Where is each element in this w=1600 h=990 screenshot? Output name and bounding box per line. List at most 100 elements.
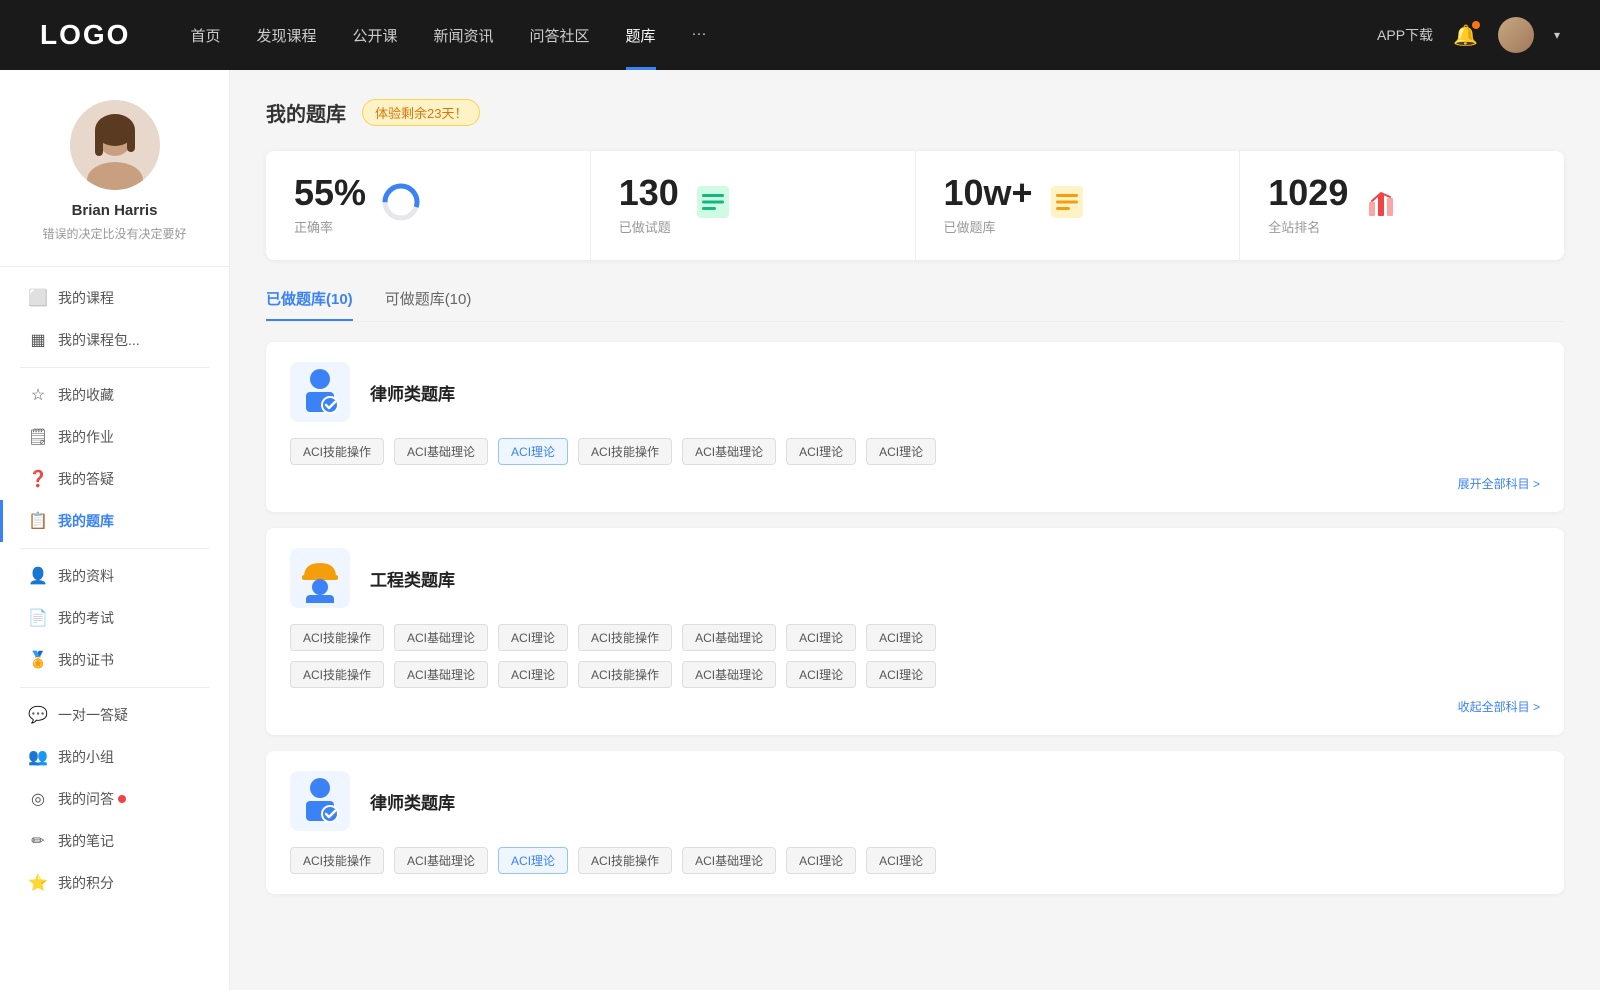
sidebar-item-course-pack[interactable]: ▦ 我的课程包... <box>0 319 229 361</box>
tag-item[interactable]: ACI理论 <box>786 624 856 651</box>
tag-item[interactable]: ACI理论 <box>866 624 936 651</box>
sidebar-item-qbank[interactable]: 📋 我的题库 <box>0 500 229 542</box>
nav-news[interactable]: 新闻资讯 <box>434 25 494 46</box>
sidebar-item-label: 我的积分 <box>58 873 114 893</box>
tag-item[interactable]: ACI技能操作 <box>578 624 672 651</box>
stat-accuracy: 55% 正确率 <box>266 151 591 260</box>
tag-item[interactable]: ACI理论 <box>866 661 936 688</box>
divider <box>20 687 209 688</box>
sidebar-item-cert[interactable]: 🏅 我的证书 <box>0 639 229 681</box>
tag-item[interactable]: ACI基础理论 <box>394 847 488 874</box>
app-download-button[interactable]: APP下载 <box>1377 25 1433 45</box>
tab-available-banks[interactable]: 可做题库(10) <box>385 288 472 321</box>
sidebar: Brian Harris 错误的决定比没有决定要好 ⬜ 我的课程 ▦ 我的课程包… <box>0 70 230 990</box>
sidebar-item-label: 我的问答 <box>58 789 114 809</box>
sidebar-item-points[interactable]: ⭐ 我的积分 <box>0 862 229 904</box>
tag-item[interactable]: ACI基础理论 <box>682 624 776 651</box>
sidebar-item-label: 我的考试 <box>58 608 114 628</box>
tag-item[interactable]: ACI技能操作 <box>290 438 384 465</box>
sidebar-item-label: 我的笔记 <box>58 831 114 851</box>
navbar: LOGO 首页 发现课程 公开课 新闻资讯 问答社区 题库 ··· APP下载 … <box>0 0 1600 70</box>
qbank-tags-lawyer-1: ACI技能操作 ACI基础理论 ACI理论 ACI技能操作 ACI基础理论 AC… <box>290 438 1540 465</box>
qbank-tags-engineer-row1: ACI技能操作 ACI基础理论 ACI理论 ACI技能操作 ACI基础理论 AC… <box>290 624 1540 651</box>
nav-qa[interactable]: 问答社区 <box>530 25 590 46</box>
notification-bell-icon[interactable]: 🔔 <box>1453 23 1478 48</box>
tag-item[interactable]: ACI基础理论 <box>394 438 488 465</box>
tag-item[interactable]: ACI技能操作 <box>290 661 384 688</box>
qbank-title-lawyer-2: 律师类题库 <box>370 789 455 814</box>
qbank-card-lawyer-2: 律师类题库 ACI技能操作 ACI基础理论 ACI理论 ACI技能操作 ACI基… <box>266 751 1564 894</box>
exam-icon: 📄 <box>28 608 48 628</box>
sidebar-profile: Brian Harris 错误的决定比没有决定要好 <box>0 100 229 267</box>
divider <box>20 548 209 549</box>
sidebar-item-qa[interactable]: ❓ 我的答疑 <box>0 458 229 500</box>
logo[interactable]: LOGO <box>40 19 130 51</box>
tag-item[interactable]: ACI基础理论 <box>682 847 776 874</box>
tag-item[interactable]: ACI基础理论 <box>394 624 488 651</box>
lawyer-svg-2 <box>298 776 342 826</box>
tag-item-active[interactable]: ACI理论 <box>498 847 568 874</box>
stat-banks-text: 10w+ 已做题库 <box>944 175 1033 236</box>
stat-rank: 1029 全站排名 <box>1240 151 1564 260</box>
tag-item[interactable]: ACI基础理论 <box>682 438 776 465</box>
bar-chart-red-icon <box>1364 184 1400 227</box>
nav-links: 首页 发现课程 公开课 新闻资讯 问答社区 题库 ··· <box>190 25 1377 46</box>
sidebar-avatar <box>70 100 160 190</box>
trial-badge: 体验剩余23天！ <box>362 99 480 126</box>
tag-item[interactable]: ACI技能操作 <box>578 847 672 874</box>
tag-item[interactable]: ACI理论 <box>498 624 568 651</box>
tag-item[interactable]: ACI理论 <box>498 661 568 688</box>
sidebar-item-notes[interactable]: ✏ 我的笔记 <box>0 820 229 862</box>
sidebar-item-label: 我的资料 <box>58 566 114 586</box>
nav-more[interactable]: ··· <box>692 25 707 46</box>
sidebar-item-label: 一对一答疑 <box>58 705 128 725</box>
sidebar-item-exam[interactable]: 📄 我的考试 <box>0 597 229 639</box>
page-header: 我的题库 体验剩余23天！ <box>266 98 1564 127</box>
tag-item[interactable]: ACI理论 <box>866 438 936 465</box>
chevron-down-icon[interactable]: ▾ <box>1554 28 1560 42</box>
notification-dot <box>1472 21 1480 29</box>
sidebar-item-my-qa[interactable]: ◎ 我的问答 <box>0 778 229 820</box>
qbank-icon: 📋 <box>28 511 48 531</box>
list-green-icon <box>695 184 731 227</box>
sidebar-item-profile[interactable]: 👤 我的资料 <box>0 555 229 597</box>
tag-item[interactable]: ACI技能操作 <box>290 624 384 651</box>
sidebar-item-favorite[interactable]: ☆ 我的收藏 <box>0 374 229 416</box>
qbank-header: 律师类题库 <box>290 771 1540 831</box>
nav-home[interactable]: 首页 <box>190 25 220 46</box>
stat-accuracy-value: 55% <box>294 175 366 211</box>
tag-item[interactable]: ACI理论 <box>786 438 856 465</box>
sidebar-item-homework[interactable]: 🗒 我的作业 <box>0 416 229 458</box>
pie-chart-icon <box>382 183 420 228</box>
tag-item[interactable]: ACI技能操作 <box>578 661 672 688</box>
tab-done-banks[interactable]: 已做题库(10) <box>266 288 353 321</box>
stat-banks: 10w+ 已做题库 <box>916 151 1241 260</box>
qbank-card-lawyer-1: 律师类题库 ACI技能操作 ACI基础理论 ACI理论 ACI技能操作 ACI基… <box>266 342 1564 512</box>
tag-item[interactable]: ACI理论 <box>866 847 936 874</box>
tag-item[interactable]: ACI技能操作 <box>290 847 384 874</box>
stat-questions-text: 130 已做试题 <box>619 175 679 236</box>
qbank-tags-lawyer-2: ACI技能操作 ACI基础理论 ACI理论 ACI技能操作 ACI基础理论 AC… <box>290 847 1540 874</box>
tag-item[interactable]: ACI技能操作 <box>578 438 672 465</box>
nav-discover[interactable]: 发现课程 <box>256 25 316 46</box>
sidebar-item-course[interactable]: ⬜ 我的课程 <box>0 277 229 319</box>
star-icon: ☆ <box>28 385 48 405</box>
collapse-all-button[interactable]: 收起全部科目 > <box>290 698 1540 715</box>
tag-item[interactable]: ACI基础理论 <box>394 661 488 688</box>
sidebar-item-label: 我的证书 <box>58 650 114 670</box>
sidebar-item-label: 我的题库 <box>58 511 114 531</box>
tag-item-active[interactable]: ACI理论 <box>498 438 568 465</box>
qbank-tags-engineer-row2: ACI技能操作 ACI基础理论 ACI理论 ACI技能操作 ACI基础理论 AC… <box>290 661 1540 688</box>
tabs-row: 已做题库(10) 可做题库(10) <box>266 288 1564 322</box>
nav-open-course[interactable]: 公开课 <box>352 25 397 46</box>
avatar[interactable] <box>1498 17 1534 53</box>
tag-item[interactable]: ACI理论 <box>786 847 856 874</box>
sidebar-item-one-on-one[interactable]: 💬 一对一答疑 <box>0 694 229 736</box>
stat-questions: 130 已做试题 <box>591 151 916 260</box>
tag-item[interactable]: ACI理论 <box>786 661 856 688</box>
nav-qbank[interactable]: 题库 <box>626 25 656 46</box>
main-content: 我的题库 体验剩余23天！ 55% 正确率 <box>230 70 1600 990</box>
tag-item[interactable]: ACI基础理论 <box>682 661 776 688</box>
sidebar-item-group[interactable]: 👥 我的小组 <box>0 736 229 778</box>
expand-all-button-1[interactable]: 展开全部科目 > <box>290 475 1540 492</box>
